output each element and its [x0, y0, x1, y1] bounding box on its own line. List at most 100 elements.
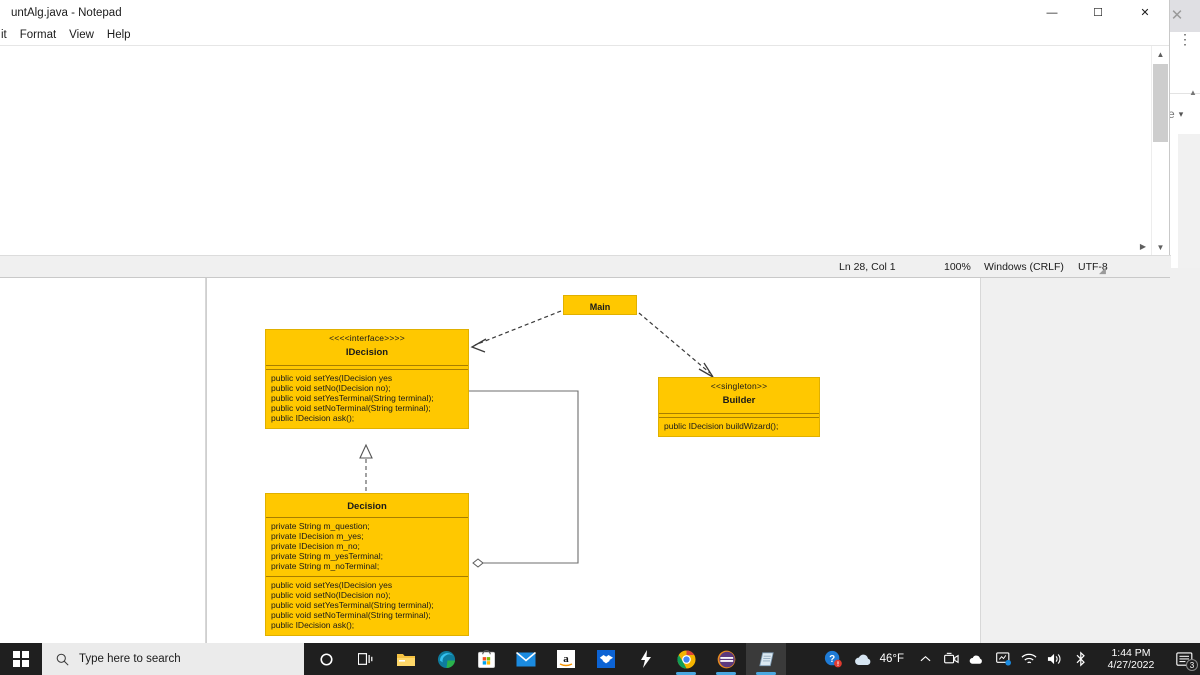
uml-diagram-canvas[interactable]: Main <<<<interface>>>> IDecision public …	[206, 268, 980, 643]
uml-attribute: private String m_question;	[271, 521, 370, 531]
taskbar-clock[interactable]: 1:44 PM 4/27/2022	[1094, 643, 1168, 675]
weather-widget[interactable]: 46°F	[846, 653, 912, 666]
cortana-button[interactable]	[306, 643, 346, 675]
bluetooth-icon	[1076, 651, 1085, 667]
uml-class-builder[interactable]: <<singleton>> Builder public IDecision b…	[658, 377, 820, 437]
status-line-ending: Windows (CRLF)	[984, 260, 1064, 273]
uml-decision-attributes: private String m_question; private IDeci…	[266, 518, 468, 576]
menu-item-edit[interactable]: it	[1, 29, 7, 41]
notepad-text-editor[interactable]: ▲ ▼ ◀ ▶	[0, 45, 1169, 256]
notepad-close-button[interactable]: ✕	[1121, 0, 1169, 25]
taskbar-app-dropbox[interactable]	[586, 643, 626, 675]
scroll-down-icon[interactable]: ▼	[1152, 239, 1169, 256]
diagram-right-gutter	[980, 268, 1200, 643]
uml-operation: public void setYesTerminal(String termin…	[271, 393, 434, 403]
clock-time: 1:44 PM	[1111, 647, 1151, 659]
taskbar-app-lightning[interactable]	[626, 643, 666, 675]
help-alert-icon[interactable]: ?	[820, 643, 846, 675]
uml-operation: public IDecision ask();	[271, 413, 355, 423]
uml-class-idecision-name: IDecision	[345, 347, 389, 358]
menu-item-format[interactable]: Format	[20, 29, 56, 41]
taskbar-app-microsoft-store[interactable]	[466, 643, 506, 675]
cloud-icon	[854, 654, 870, 665]
status-zoom-level: 100%	[944, 260, 971, 273]
file-explorer-icon	[397, 653, 415, 666]
uml-attribute: private String m_noTerminal;	[271, 561, 380, 571]
taskbar-app-amazon[interactable]: a	[546, 643, 586, 675]
menu-item-view[interactable]: View	[69, 29, 94, 41]
eclipse-icon	[717, 650, 735, 668]
taskbar-app-mail[interactable]	[506, 643, 546, 675]
task-view-button[interactable]	[346, 643, 386, 675]
notepad-window[interactable]: untAlg.java - Notepad — ☐ ✕ it Format Vi…	[0, 0, 1171, 278]
notepad-window-controls: — ☐ ✕	[1029, 0, 1169, 25]
search-icon	[56, 653, 69, 666]
weather-temperature: 46°F	[879, 653, 904, 665]
background-browser-kebab-menu-icon[interactable]: ⋮	[1177, 26, 1193, 52]
uml-operation: public void setYesTerminal(String termin…	[271, 600, 434, 610]
uml-operation: public void setNoTerminal(String termina…	[271, 403, 431, 413]
uml-class-decision[interactable]: Decision private String m_question; priv…	[265, 493, 469, 636]
uml-operation: public void setNo(IDecision no);	[271, 383, 391, 393]
uml-operation: public void setYes(IDecision yes	[271, 580, 393, 590]
volume-tray-icon[interactable]	[1042, 643, 1068, 675]
notepad-horizontal-scrollbar[interactable]: ◀ ▶	[0, 239, 1151, 255]
taskbar-app-eclipse[interactable]	[706, 643, 746, 675]
onedrive-tray-icon[interactable]	[964, 643, 990, 675]
task-view-icon	[358, 653, 373, 665]
tray-overflow-button[interactable]	[912, 643, 938, 675]
resize-grip-icon[interactable]: ◢	[1099, 265, 1109, 275]
background-collapse-icon[interactable]: ▲	[1188, 88, 1198, 98]
scroll-up-icon[interactable]: ▲	[1152, 46, 1169, 63]
uml-builder-operations: public IDecision buildWizard();	[659, 418, 819, 436]
uml-operation: public void setNo(IDecision no);	[271, 590, 391, 600]
notepad-menubar: it Format View Help	[0, 25, 1169, 45]
taskbar-app-google-chrome[interactable]	[666, 643, 706, 675]
uml-class-idecision[interactable]: <<<<interface>>>> IDecision public void …	[265, 329, 469, 429]
notepad-title-text: untAlg.java - Notepad	[11, 6, 122, 19]
dropbox-icon	[597, 650, 615, 668]
uml-class-main-name: Main	[589, 302, 611, 312]
uml-decision-operations: public void setYes(IDecision yes public …	[266, 577, 468, 635]
uml-class-decision-name: Decision	[347, 501, 387, 512]
uml-operation: public void setYes(IDecision yes	[271, 373, 393, 383]
start-button[interactable]	[0, 643, 42, 675]
notepad-maximize-button[interactable]: ☐	[1075, 0, 1121, 25]
display-settings-tray-icon[interactable]	[990, 643, 1016, 675]
onedrive-cloud-icon	[969, 655, 982, 664]
amazon-icon: a	[557, 650, 575, 668]
camera-tray-icon[interactable]	[938, 643, 964, 675]
notepad-vscroll-thumb[interactable]	[1153, 64, 1168, 142]
menu-item-help[interactable]: Help	[107, 29, 131, 41]
svg-text:a: a	[563, 653, 569, 665]
notepad-vertical-scrollbar[interactable]: ▲ ▼	[1151, 46, 1168, 256]
uml-class-builder-name: Builder	[722, 395, 756, 406]
uml-operation: public IDecision buildWizard();	[664, 421, 779, 431]
scroll-right-icon[interactable]: ▶	[1135, 239, 1151, 255]
notepad-minimize-button[interactable]: —	[1029, 0, 1075, 25]
taskbar-search-placeholder: Type here to search	[79, 653, 181, 665]
clock-date: 4/27/2022	[1107, 659, 1155, 671]
uml-attribute: private String m_yesTerminal;	[271, 551, 383, 561]
taskbar-icon-strip: a	[306, 643, 786, 675]
uml-class-idecision-stereotype: <<<<interface>>>>	[329, 333, 405, 343]
uml-operation: public void setNoTerminal(String termina…	[271, 610, 431, 620]
uml-attribute: private IDecision m_yes;	[271, 531, 364, 541]
wifi-tray-icon[interactable]	[1016, 643, 1042, 675]
uml-idecision-operations: public void setYes(IDecision yes public …	[266, 370, 468, 428]
taskbar-app-microsoft-edge[interactable]	[426, 643, 466, 675]
taskbar-search-box[interactable]: Type here to search	[42, 643, 304, 675]
notepad-titlebar[interactable]: untAlg.java - Notepad — ☐ ✕	[0, 0, 1169, 25]
taskbar-app-file-explorer[interactable]	[386, 643, 426, 675]
notepad-icon	[758, 651, 774, 666]
notepad-status-bar: Ln 28, Col 1 100% Windows (CRLF) UTF-8 ◢	[0, 255, 1171, 277]
uml-class-main[interactable]: Main	[563, 295, 637, 315]
status-cursor-position: Ln 28, Col 1	[839, 260, 896, 273]
taskbar-app-notepad[interactable]	[746, 643, 786, 675]
camera-icon	[943, 652, 959, 664]
bluetooth-tray-icon[interactable]	[1068, 643, 1094, 675]
notifications-button[interactable]: 3	[1168, 643, 1200, 675]
microsoft-edge-icon	[437, 650, 455, 668]
notification-count-badge: 3	[1186, 659, 1198, 671]
system-tray: ? 46°F 1:44 PM 4/27/2022 3	[820, 643, 1200, 675]
